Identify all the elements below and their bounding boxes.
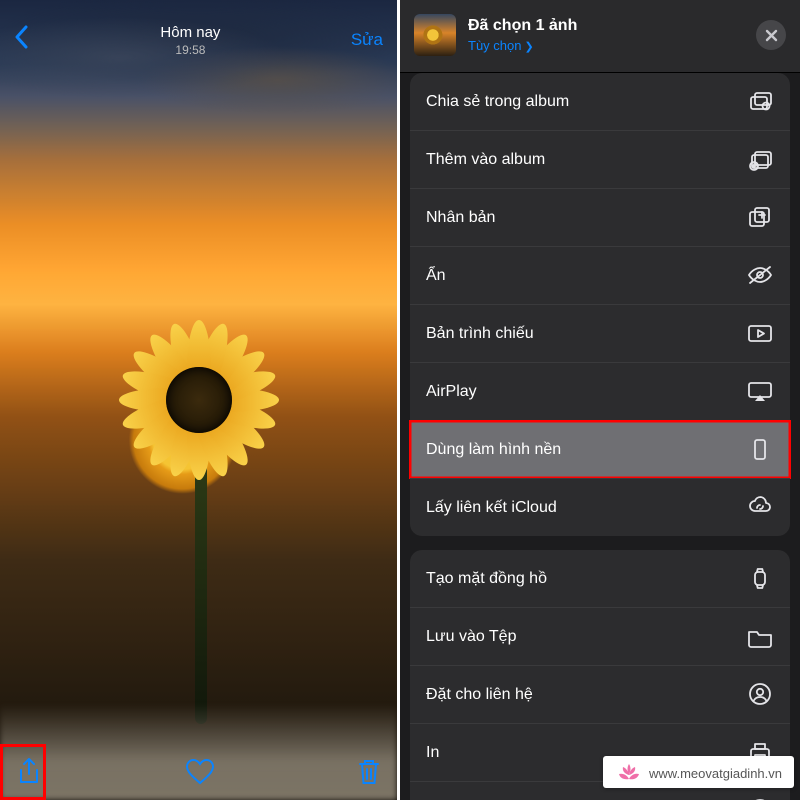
options-label: Tùy chọn: [468, 38, 521, 53]
action-label: Lưu vào Tệp: [426, 628, 516, 646]
action-hide[interactable]: Ẩn: [410, 246, 790, 304]
thumbnail: [414, 14, 456, 56]
back-button[interactable]: [14, 25, 30, 55]
share-sheet: Đã chọn 1 ảnh Tùy chọn❯ Chia sẻ trong al…: [400, 0, 800, 800]
title: Hôm nay 19:58: [160, 24, 220, 57]
action-airplay[interactable]: AirPlay: [410, 362, 790, 420]
action-folder[interactable]: Lưu vào Tệp: [410, 607, 790, 665]
action-label: Bản trình chiếu: [426, 325, 534, 343]
wallpaper-icon: [746, 437, 774, 462]
folder-icon: [746, 624, 774, 649]
highlight-share: [0, 744, 46, 800]
action-label: Đặt cho liên hệ: [426, 686, 533, 704]
action-label: Nhân bản: [426, 209, 495, 227]
action-label: AirPlay: [426, 383, 477, 401]
action-duplicate[interactable]: Nhân bản: [410, 188, 790, 246]
slideshow-icon: [746, 321, 774, 346]
selection-title: Đã chọn 1 ảnh: [468, 17, 577, 35]
album-share-icon: [746, 89, 774, 114]
watermark-text: www.meovatgiadinh.vn: [649, 766, 782, 781]
action-label: In: [426, 744, 439, 762]
watermark: www.meovatgiadinh.vn: [603, 756, 794, 788]
decorative: [119, 320, 279, 480]
action-contact[interactable]: Đặt cho liên hệ: [410, 665, 790, 723]
action-label: Lấy liên kết iCloud: [426, 499, 557, 517]
actions-list: Chia sẻ trong album Thêm vào album Nhân bả…: [400, 73, 800, 800]
trash-icon[interactable]: [357, 758, 381, 786]
action-label: Dùng làm hình nền: [426, 441, 561, 459]
lotus-icon: [615, 762, 643, 784]
heart-icon[interactable]: [185, 758, 215, 786]
photo-viewer: Hôm nay 19:58 Sửa: [0, 0, 400, 800]
action-album-share[interactable]: Chia sẻ trong album: [410, 73, 790, 130]
cloud-link-icon: [746, 495, 774, 520]
action-cloud-link[interactable]: Lấy liên kết iCloud: [410, 478, 790, 536]
edit-button[interactable]: Sửa: [351, 30, 383, 50]
hide-icon: [746, 263, 774, 288]
top-bar: Hôm nay 19:58 Sửa: [0, 0, 397, 70]
chevron-right-icon: ❯: [524, 41, 533, 53]
duplicate-icon: [746, 205, 774, 230]
action-label: Thêm vào album: [426, 151, 545, 169]
action-album-add[interactable]: Thêm vào album: [410, 130, 790, 188]
close-button[interactable]: [756, 20, 786, 50]
title-time: 19:58: [160, 43, 220, 57]
share-sheet-pane: Đã chọn 1 ảnh Tùy chọn❯ Chia sẻ trong al…: [400, 0, 800, 800]
contact-icon: [746, 682, 774, 707]
title-text: Hôm nay: [160, 24, 220, 41]
action-slideshow[interactable]: Bản trình chiếu: [410, 304, 790, 362]
decorative: [195, 464, 207, 724]
watch-icon: [746, 566, 774, 591]
options-button[interactable]: Tùy chọn❯: [468, 38, 577, 53]
action-label: Ẩn: [426, 267, 446, 285]
action-group: Chia sẻ trong album Thêm vào album Nhân bả…: [410, 73, 790, 536]
action-label: Chia sẻ trong album: [426, 93, 569, 111]
action-wallpaper[interactable]: Dùng làm hình nền: [410, 420, 790, 478]
album-add-icon: [746, 147, 774, 172]
bottom-bar: [0, 744, 397, 800]
action-watch[interactable]: Tạo mặt đồng hồ: [410, 550, 790, 607]
airplay-icon: [746, 379, 774, 404]
action-label: Tạo mặt đồng hồ: [426, 570, 547, 588]
sheet-header: Đã chọn 1 ảnh Tùy chọn❯: [400, 0, 800, 73]
